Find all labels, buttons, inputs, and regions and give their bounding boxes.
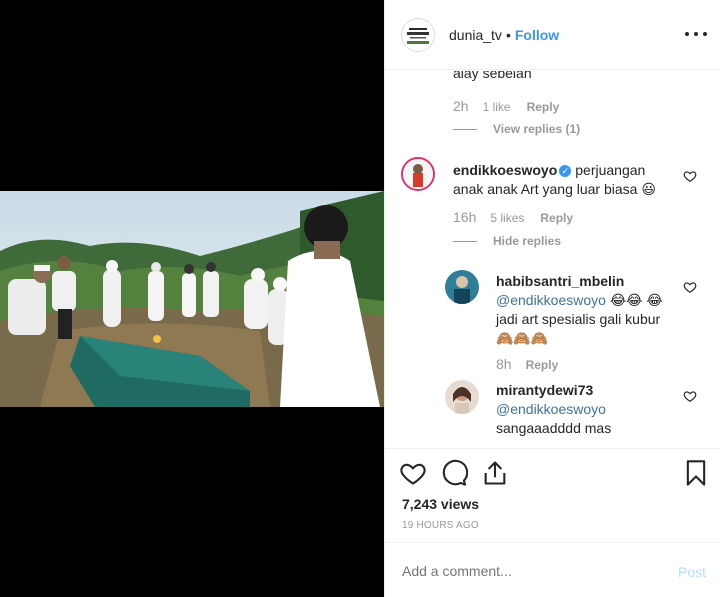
comment-time[interactable]: 8h: [496, 356, 512, 372]
share-icon[interactable]: [481, 459, 509, 487]
reply-mention[interactable]: @endikkoeswoyo: [496, 401, 606, 417]
avatar-image: [445, 380, 479, 414]
video-frame-illustration: [0, 191, 384, 407]
dunia-tv-logo: [403, 19, 433, 50]
comment-likes[interactable]: 5 likes: [490, 211, 524, 225]
avatar-image: [403, 159, 433, 189]
reply-avatar[interactable]: [445, 270, 479, 304]
hide-replies-label: Hide replies: [493, 234, 562, 248]
comment-bubble-icon[interactable]: [440, 459, 468, 487]
more-dot: [685, 32, 689, 36]
reply-button[interactable]: Reply: [526, 358, 559, 372]
author-username[interactable]: dunia_tv: [449, 27, 502, 43]
reply-comment: habibsantri_mbelin @endikkoeswoyo 😂😂 😂 j…: [496, 272, 666, 348]
comment-time[interactable]: 2h: [453, 98, 469, 114]
view-replies-button[interactable]: View replies (1): [453, 122, 580, 136]
post-header: dunia_tv • Follow: [385, 0, 720, 70]
instagram-post-view: dunia_tv • Follow alay sebelah 2h 1 like…: [0, 0, 720, 597]
view-count[interactable]: 7,243 views: [402, 496, 479, 512]
like-comment-heart-icon[interactable]: [683, 280, 697, 294]
reply-button[interactable]: Reply: [540, 211, 573, 225]
more-options-icon[interactable]: [685, 24, 707, 44]
comment-input[interactable]: [402, 563, 652, 579]
main-comment: endikkoeswoyo ✓ perjuangan anak anak Art y…: [453, 161, 673, 199]
view-replies-label: View replies (1): [493, 122, 581, 136]
reply-button[interactable]: Reply: [527, 100, 560, 114]
post-side-panel: dunia_tv • Follow alay sebelah 2h 1 like…: [384, 0, 720, 597]
post-video[interactable]: [0, 191, 384, 407]
media-area: [0, 0, 384, 597]
comment-likes[interactable]: 1 like: [483, 100, 511, 114]
like-comment-heart-icon[interactable]: [683, 169, 697, 183]
post-actions: 7,243 views 19 HOURS AGO: [385, 448, 720, 542]
comments-list[interactable]: alay sebelah 2h 1 like Reply View replie…: [385, 71, 720, 448]
commenter-avatar[interactable]: [401, 157, 435, 191]
main-comment-username[interactable]: endikkoeswoyo: [453, 162, 557, 178]
reply-mention[interactable]: @endikkoeswoyo: [496, 292, 606, 308]
post-comment-button[interactable]: Post: [678, 564, 706, 580]
like-comment-heart-icon[interactable]: [683, 389, 697, 403]
header-separator: •: [505, 26, 511, 43]
post-timestamp[interactable]: 19 HOURS AGO: [402, 520, 479, 531]
hide-replies-button[interactable]: Hide replies: [453, 234, 561, 248]
reply-avatar[interactable]: [445, 380, 479, 414]
reply-text: sangaaadddd mas: [496, 420, 612, 436]
comment-time[interactable]: 16h: [453, 209, 476, 225]
more-dot: [703, 32, 707, 36]
replies-line: [453, 128, 477, 130]
previous-comment-text: alay sebelah: [453, 71, 532, 81]
author-avatar[interactable]: [401, 17, 435, 52]
like-heart-icon[interactable]: [399, 459, 427, 487]
reply-username[interactable]: mirantydewi73: [496, 382, 593, 398]
reply-meta: 8h Reply: [496, 356, 558, 372]
bookmark-icon[interactable]: [682, 459, 710, 487]
follow-button[interactable]: Follow: [515, 27, 559, 43]
previous-comment-meta: 2h 1 like Reply: [453, 98, 559, 114]
reply-comment: mirantydewi73 @endikkoeswoyo sangaaadddd…: [496, 381, 666, 438]
more-dot: [694, 32, 698, 36]
verified-badge-icon: ✓: [559, 165, 572, 177]
reply-username[interactable]: habibsantri_mbelin: [496, 273, 624, 289]
avatar-image: [445, 270, 479, 304]
main-comment-meta: 16h 5 likes Reply: [453, 209, 573, 225]
replies-line: [453, 240, 477, 242]
add-comment-bar: Post: [385, 542, 720, 597]
